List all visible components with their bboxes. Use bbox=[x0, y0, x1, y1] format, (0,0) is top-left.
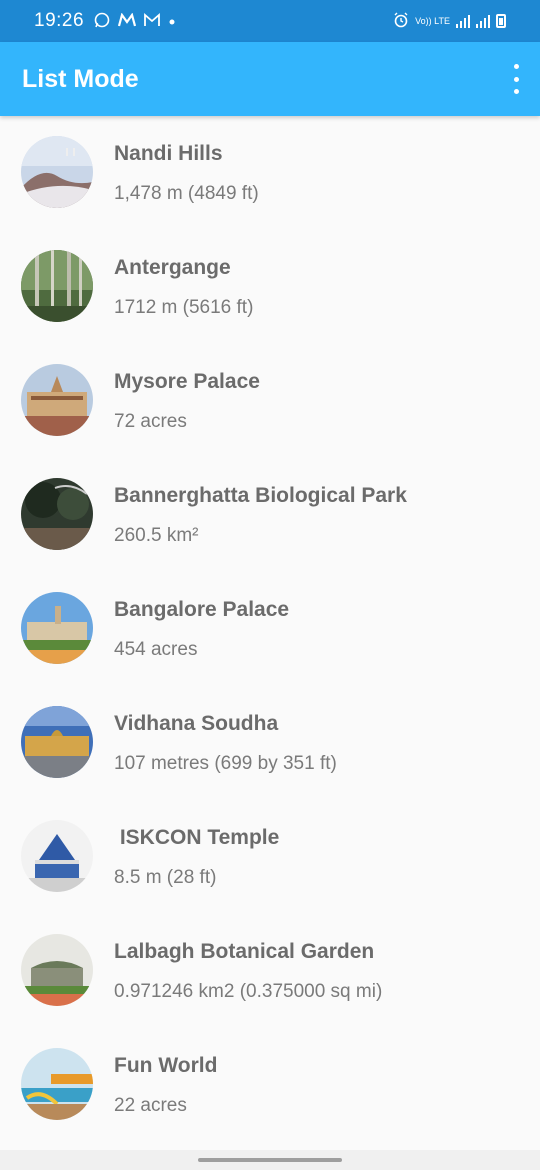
place-name: Lalbagh Botanical Garden bbox=[114, 940, 375, 963]
place-name: Fun World bbox=[114, 1054, 218, 1077]
notification-icons bbox=[94, 12, 176, 30]
dot-icon bbox=[168, 14, 176, 28]
list-item[interactable]: Vidhana Soudha 107 metres (699 by 351 ft… bbox=[0, 686, 540, 800]
place-name: Antergange bbox=[114, 256, 231, 279]
places-list: Nandi Hills 1,478 m (4849 ft) Antergange… bbox=[0, 116, 540, 1142]
place-detail: 260.5 km² bbox=[114, 525, 199, 546]
place-name: ISKCON Temple bbox=[114, 826, 280, 849]
signal-icon-1 bbox=[456, 14, 470, 28]
place-detail: 1,478 m (4849 ft) bbox=[114, 183, 259, 204]
navigation-bar bbox=[0, 1150, 540, 1170]
antergange-thumbnail bbox=[21, 250, 93, 322]
bannerghatta-park-thumbnail bbox=[21, 478, 93, 550]
list-item[interactable]: ISKCON Temple 8.5 m (28 ft) bbox=[0, 800, 540, 914]
lalbagh-garden-thumbnail bbox=[21, 934, 93, 1006]
vidhana-soudha-thumbnail bbox=[21, 706, 93, 778]
place-detail: 107 metres (699 by 351 ft) bbox=[114, 753, 337, 774]
place-name: Mysore Palace bbox=[114, 370, 260, 393]
mysore-palace-thumbnail bbox=[21, 364, 93, 436]
whatsapp-icon bbox=[94, 12, 110, 30]
list-item[interactable]: Antergange 1712 m (5616 ft) bbox=[0, 230, 540, 344]
alarm-icon bbox=[393, 12, 409, 31]
page-title: List Mode bbox=[22, 64, 139, 93]
place-name: Vidhana Soudha bbox=[114, 712, 279, 735]
place-detail: 0.971246 km2 (0.375000 sq mi) bbox=[114, 981, 383, 1002]
app-bar: List Mode bbox=[0, 42, 540, 116]
status-bar: 19:26 Vo)) LTE bbox=[0, 0, 540, 42]
list-item[interactable]: Nandi Hills 1,478 m (4849 ft) bbox=[0, 116, 540, 230]
place-detail: 22 acres bbox=[114, 1095, 187, 1116]
signal-icon-2 bbox=[476, 14, 490, 28]
battery-icon bbox=[496, 14, 506, 28]
place-detail: 1712 m (5616 ft) bbox=[114, 297, 254, 318]
list-item[interactable]: Bangalore Palace 454 acres bbox=[0, 572, 540, 686]
system-icons: Vo)) LTE bbox=[393, 12, 506, 31]
home-indicator[interactable] bbox=[198, 1158, 342, 1162]
bangalore-palace-thumbnail bbox=[21, 592, 93, 664]
volte-label: Vo)) LTE bbox=[415, 15, 450, 26]
place-detail: 454 acres bbox=[114, 639, 198, 660]
gmail-icon bbox=[144, 13, 160, 29]
list-item[interactable]: Fun World 22 acres bbox=[0, 1028, 540, 1142]
place-name: Bangalore Palace bbox=[114, 598, 290, 621]
iskcon-temple-thumbnail bbox=[21, 820, 93, 892]
nandi-hills-thumbnail bbox=[21, 136, 93, 208]
fun-world-thumbnail bbox=[21, 1048, 93, 1120]
place-detail: 72 acres bbox=[114, 411, 187, 432]
list-item[interactable]: Bannerghatta Biological Park 260.5 km² bbox=[0, 458, 540, 572]
more-vert-icon[interactable] bbox=[508, 64, 524, 94]
place-detail: 8.5 m (28 ft) bbox=[114, 867, 217, 888]
m-app-icon bbox=[117, 12, 137, 29]
place-name: Nandi Hills bbox=[114, 142, 223, 165]
list-item[interactable]: Lalbagh Botanical Garden 0.971246 km2 (0… bbox=[0, 914, 540, 1028]
list-item[interactable]: Mysore Palace 72 acres bbox=[0, 344, 540, 458]
status-time: 19:26 bbox=[34, 10, 85, 31]
place-name: Bannerghatta Biological Park bbox=[114, 484, 407, 507]
